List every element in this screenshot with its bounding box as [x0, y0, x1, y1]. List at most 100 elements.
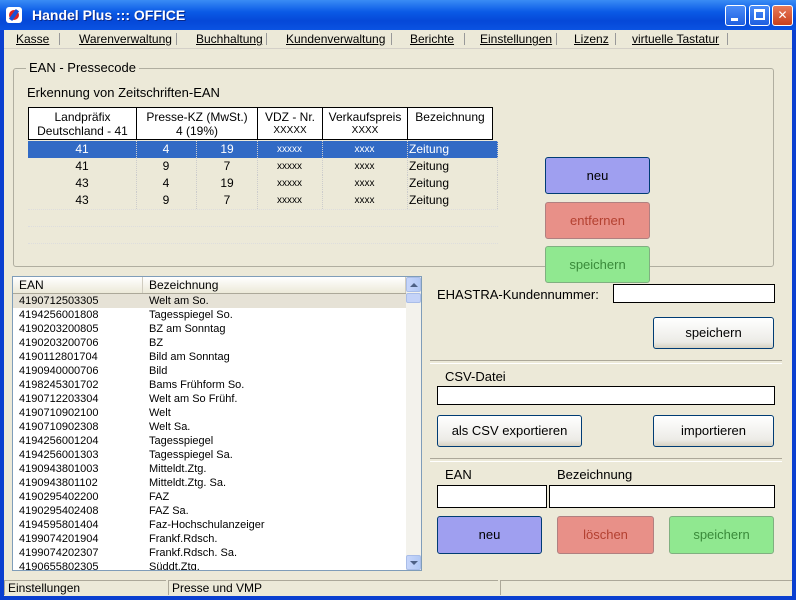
pressecode-cell-vdz: xxxxx: [257, 158, 323, 175]
menu-kasse[interactable]: Kasse: [16, 32, 49, 46]
ean-list-col-ean[interactable]: EAN: [13, 277, 143, 293]
ean-list-item[interactable]: 4190112801704 Bild am Sonntag: [13, 350, 406, 364]
header-verkaufspreis[interactable]: Verkaufspreis XXXX: [322, 107, 408, 140]
pressecode-row[interactable]: 41 9 7 xxxxx xxxx Zeitung: [28, 158, 498, 175]
csv-import-button[interactable]: importieren: [653, 415, 774, 447]
ean-list-scrollbar[interactable]: [406, 277, 421, 570]
ean-list-item-ean: 4190295402200: [19, 491, 99, 503]
menu-separator: [391, 33, 392, 45]
ean-list-item[interactable]: 4190295402200 FAZ: [13, 490, 406, 504]
pressecode-empty-row: [28, 226, 498, 228]
ean-list-item-ean: 4190112801704: [19, 351, 98, 363]
ean-list-item-bezeichnung: Frankf.Rdsch.: [149, 533, 218, 545]
entry-ean-label: EAN: [445, 467, 472, 482]
pressecode-new-button[interactable]: neu: [545, 157, 650, 194]
entry-delete-button[interactable]: löschen: [557, 516, 654, 554]
entry-save-button[interactable]: speichern: [669, 516, 774, 554]
scroll-down-button[interactable]: [406, 555, 421, 570]
ean-list-item-ean: 4190712203304: [19, 393, 99, 405]
menu-einstellungen[interactable]: Einstellungen: [480, 32, 552, 46]
ean-list-item-bezeichnung: BZ: [149, 337, 164, 349]
header-presse-kz-line2: 4 (19%): [175, 124, 219, 138]
ean-list-item[interactable]: 4194256001204 Tagesspiegel: [13, 434, 406, 448]
ean-list-item-ean: 4190943801003: [19, 463, 99, 475]
ean-list[interactable]: EAN Bezeichnung 4190712503305 Welt am So.…: [12, 276, 422, 571]
pressecode-cell-vdz: xxxxx: [257, 192, 323, 209]
menu-separator: [556, 33, 557, 45]
pressecode-group-title: EAN - Pressecode: [26, 60, 139, 75]
menu-kundenverwaltung[interactable]: Kundenverwaltung: [286, 32, 385, 46]
header-presse-kz[interactable]: Presse-KZ (MwSt.) 4 (19%): [136, 107, 258, 140]
separator: [430, 458, 782, 462]
menu-lizenz[interactable]: Lizenz: [574, 32, 609, 46]
ean-list-item[interactable]: 4194256001808 Tagesspiegel So.: [13, 308, 406, 322]
pressecode-cell-bez: Zeitung: [407, 175, 498, 192]
ean-list-item[interactable]: 4198245301702 Bams Frühform So.: [13, 378, 406, 392]
maximize-icon: [754, 9, 765, 20]
ean-list-item-bezeichnung: Welt Sa.: [149, 421, 191, 433]
pressecode-row[interactable]: 43 9 7 xxxxx xxxx Zeitung: [28, 192, 498, 209]
ean-list-item[interactable]: 4190710902100 Welt: [13, 406, 406, 420]
ean-list-item-ean: 4190295402408: [19, 505, 99, 517]
header-landpraefix[interactable]: Landpräfix Deutschland - 41: [28, 107, 137, 140]
ean-list-item[interactable]: 4190295402408 FAZ Sa.: [13, 504, 406, 518]
ean-list-item-ean: 4190655802305: [19, 561, 99, 571]
ean-list-item[interactable]: 4190943801003 Mitteldt.Ztg.: [13, 462, 406, 476]
pressecode-save-button[interactable]: speichern: [545, 246, 650, 283]
pressecode-remove-button[interactable]: entfernen: [545, 202, 650, 239]
header-bezeichnung[interactable]: Bezeichnung: [407, 107, 493, 140]
ean-list-item-ean: 4190710902100: [19, 407, 99, 419]
ean-list-item[interactable]: 4194595801404 Faz-Hochschulanzeiger: [13, 518, 406, 532]
menu-separator: [59, 33, 60, 45]
ean-list-item-ean: 4194256001303: [19, 449, 99, 461]
ean-list-item[interactable]: 4190655802305 Süddt.Ztg.: [13, 560, 406, 571]
status-panel-module: Presse und VMP: [168, 580, 498, 595]
entry-new-button[interactable]: neu: [437, 516, 542, 554]
ean-list-item[interactable]: 4190943801102 Mitteldt.Ztg. Sa.: [13, 476, 406, 490]
header-verkaufspreis-line2: XXXX: [351, 125, 379, 136]
csv-file-input[interactable]: [437, 386, 775, 405]
ean-list-item[interactable]: 4190712503305 Welt am So.: [13, 294, 406, 308]
menu-virtuelle-tastatur[interactable]: virtuelle Tastatur: [632, 32, 719, 46]
menu-separator: [727, 33, 728, 45]
ehastra-save-button[interactable]: speichern: [653, 317, 774, 349]
ean-list-item-ean: 4194595801404: [19, 519, 99, 531]
menu-separator: [266, 33, 267, 45]
ean-list-item-bezeichnung: Welt am So.: [149, 295, 209, 307]
scroll-thumb[interactable]: [406, 293, 421, 303]
menu-berichte[interactable]: Berichte: [410, 32, 454, 46]
pressecode-cell-bez: Zeitung: [407, 158, 498, 175]
ean-list-col-bezeichnung[interactable]: Bezeichnung: [143, 277, 406, 293]
header-landpraefix-line2: Deutschland - 41: [37, 124, 128, 138]
ean-list-item-bezeichnung: FAZ: [149, 491, 170, 503]
pressecode-row[interactable]: 41 4 19 xxxxx xxxx Zeitung: [28, 141, 498, 158]
ean-list-item[interactable]: 4199074201904 Frankf.Rdsch.: [13, 532, 406, 546]
title-bar[interactable]: Handel Plus ::: OFFICE ✕: [0, 0, 796, 30]
ean-list-item-ean: 4190712503305: [19, 295, 99, 307]
menu-buchhaltung[interactable]: Buchhaltung: [196, 32, 263, 46]
pressecode-row[interactable]: 43 4 19 xxxxx xxxx Zeitung: [28, 175, 498, 192]
csv-export-button[interactable]: als CSV exportieren: [437, 415, 582, 447]
ean-list-item[interactable]: 4190712203304 Welt am So Frühf.: [13, 392, 406, 406]
ean-list-item[interactable]: 4190203200706 BZ: [13, 336, 406, 350]
ean-list-item[interactable]: 4190940000706 Bild: [13, 364, 406, 378]
header-verkaufspreis-line1: Verkaufspreis: [328, 110, 402, 124]
ean-list-item[interactable]: 4194256001303 Tagesspiegel Sa.: [13, 448, 406, 462]
close-button[interactable]: ✕: [772, 5, 793, 26]
ean-list-item[interactable]: 4199074202307 Frankf.Rdsch. Sa.: [13, 546, 406, 560]
ean-list-item[interactable]: 4190710902308 Welt Sa.: [13, 420, 406, 434]
ean-list-item[interactable]: 4190203200805 BZ am Sonntag: [13, 322, 406, 336]
minimize-button[interactable]: [725, 5, 746, 26]
ehastra-input[interactable]: [613, 284, 775, 303]
maximize-button[interactable]: [749, 5, 770, 26]
header-vdz-nr[interactable]: VDZ - Nr. XXXXX: [257, 107, 323, 140]
entry-bez-input[interactable]: [549, 485, 775, 508]
ehastra-label: EHASTRA-Kundennummer:: [437, 287, 599, 302]
pressecode-cell-bez: Zeitung: [407, 141, 498, 158]
entry-ean-input[interactable]: [437, 485, 547, 508]
menu-warenverwaltung[interactable]: Warenverwaltung: [79, 32, 172, 46]
app-logo-icon[interactable]: [6, 7, 22, 23]
header-vdz-nr-line1: VDZ - Nr.: [265, 110, 315, 124]
scroll-down-icon: [410, 561, 418, 565]
scroll-up-button[interactable]: [406, 277, 421, 292]
